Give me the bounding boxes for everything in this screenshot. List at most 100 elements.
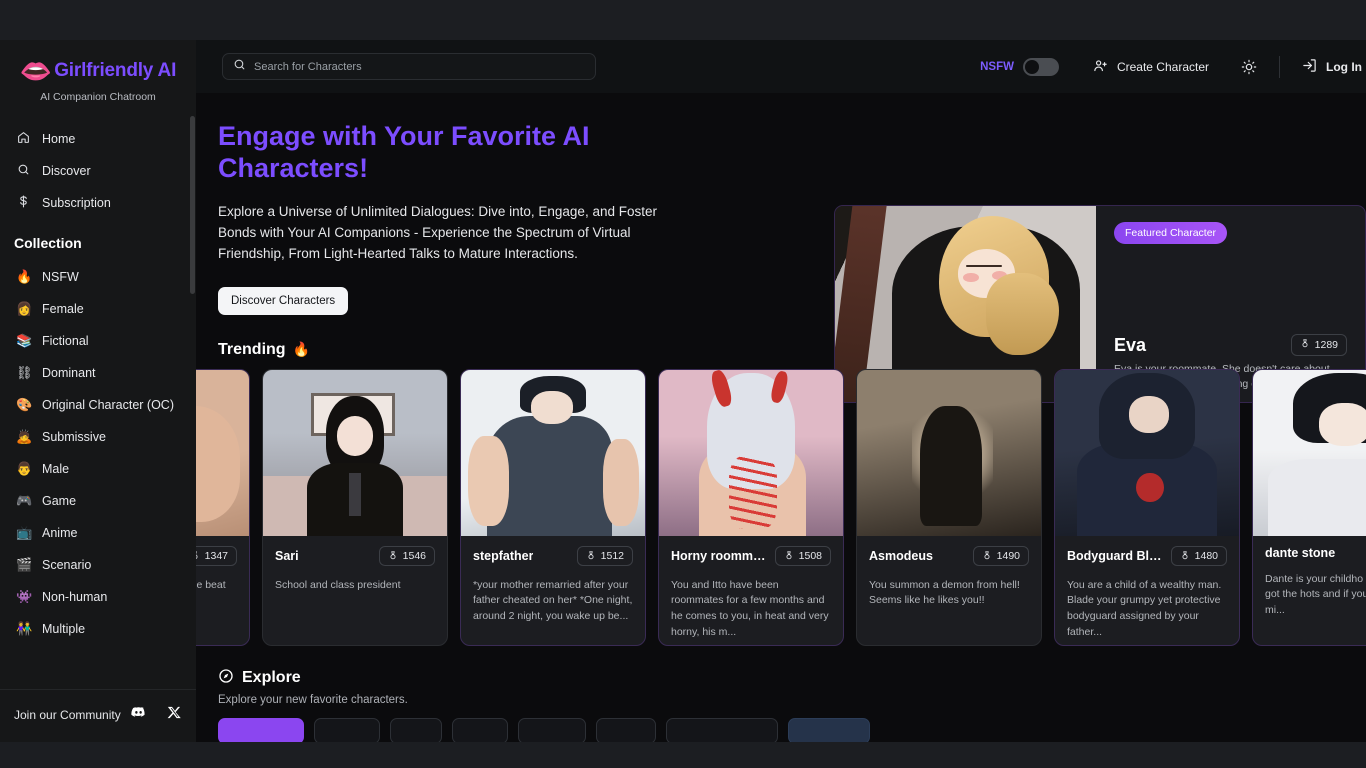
character-description: You and Itto have been roommates for a f… <box>671 578 829 638</box>
character-image <box>1253 369 1366 536</box>
sidebar-item-scenario[interactable]: 🎬 Scenario <box>0 549 196 581</box>
sidebar-item-home[interactable]: Home <box>0 123 196 155</box>
books-icon: 📚 <box>16 333 33 348</box>
featured-character-name: Eva <box>1114 334 1147 355</box>
filter-chip[interactable] <box>518 717 586 742</box>
character-description: You are a child of a wealthy man. Blade … <box>1067 578 1222 638</box>
search-icon <box>16 163 31 179</box>
sidebar: 👄 Girlfriendly AI AI Companion Chatroom … <box>0 40 196 742</box>
flame-icon: 🔥 <box>16 269 33 284</box>
filter-chip[interactable] <box>390 717 442 742</box>
medal-icon <box>588 551 594 560</box>
character-count: 1508 <box>774 545 831 566</box>
sidebar-item-label: Subscription <box>42 196 111 210</box>
sidebar-item-dominant[interactable]: ⛓ Dominant <box>0 357 196 389</box>
page-viewport: 👄 Girlfriendly AI AI Companion Chatroom … <box>0 40 1366 742</box>
sidebar-item-label: Dominant <box>42 366 96 380</box>
login-icon <box>1302 58 1317 76</box>
login-label: Log In <box>1326 59 1362 74</box>
sidebar-item-non-human[interactable]: 👾 Non-human <box>0 581 196 613</box>
lips-icon: 👄 <box>19 56 53 86</box>
character-image <box>659 369 843 536</box>
character-card[interactable]: Asmodeus 1490 You summon a demon from he… <box>856 368 1042 646</box>
character-name: stepfather <box>473 548 534 563</box>
filter-chip[interactable] <box>666 717 778 742</box>
character-count: 1512 <box>576 545 633 566</box>
topbar-divider <box>1279 55 1280 78</box>
create-character-button[interactable]: Create Character <box>1093 58 1209 76</box>
content-scroll: Engage with Your Favorite AI Characters!… <box>196 93 1366 742</box>
sidebar-item-label: Scenario <box>42 558 92 572</box>
character-description: Dante is your childho He's also got the … <box>1265 572 1366 617</box>
nsfw-label: NSFW <box>980 60 1014 73</box>
sidebar-item-label: Original Character (OC) <box>42 398 174 412</box>
sidebar-item-original-character[interactable]: 🎨 Original Character (OC) <box>0 389 196 421</box>
create-character-label: Create Character <box>1116 59 1209 74</box>
palette-icon: 🎨 <box>16 397 33 412</box>
character-count-value: 1512 <box>600 549 624 562</box>
nsfw-toggle-group[interactable]: NSFW <box>980 57 1059 76</box>
sidebar-item-anime[interactable]: 📺 Anime <box>0 517 196 549</box>
character-count-value: 1546 <box>402 549 426 562</box>
sidebar-item-game[interactable]: 🎮 Game <box>0 485 196 517</box>
discover-characters-button[interactable]: Discover Characters <box>218 286 349 315</box>
x-icon[interactable] <box>167 705 182 725</box>
character-name: Bodyguard Blade <box>1067 548 1165 563</box>
brand-logo[interactable]: 👄 Girlfriendly AI AI Companion Chatroom <box>0 40 196 109</box>
man-icon: 👨 <box>16 461 33 476</box>
explore-filter-chips[interactable] <box>218 717 1366 742</box>
bowing-icon: 🙇 <box>16 429 33 444</box>
topbar: NSFW Create Character <box>196 40 1366 93</box>
sidebar-item-submissive[interactable]: 🙇 Submissive <box>0 421 196 453</box>
page-title: Engage with Your Favorite AI Characters! <box>218 121 590 183</box>
character-card[interactable]: Horny roommate... 1508 You and Itto have… <box>658 368 844 646</box>
filter-chip[interactable] <box>452 717 508 742</box>
sidebar-item-female[interactable]: 👩 Female <box>0 293 196 325</box>
explore-title: Explore <box>242 669 301 687</box>
medal-icon <box>984 551 990 560</box>
explore-header: Explore <box>218 668 1366 689</box>
sun-icon[interactable] <box>1241 59 1257 75</box>
sidebar-item-label: Male <box>42 462 70 476</box>
character-count-value: 1347 <box>204 549 228 562</box>
trending-carousel[interactable]: 1347 scular fighter girl bully. She beat… <box>196 368 1366 646</box>
sidebar-item-fictional[interactable]: 📚 Fictional <box>0 325 196 357</box>
character-card[interactable]: Bodyguard Blade 1480 You are a child of … <box>1054 368 1240 646</box>
filter-chip[interactable] <box>218 717 304 742</box>
filter-chip[interactable] <box>596 717 656 742</box>
character-description: scular fighter girl bully. She beat e, a… <box>196 578 226 591</box>
login-button[interactable]: Log In <box>1302 58 1366 76</box>
sidebar-item-discover[interactable]: Discover <box>0 155 196 187</box>
sidebar-item-label: Fictional <box>42 334 89 348</box>
brand-tagline: AI Companion Chatroom <box>40 91 156 103</box>
tv-icon: 📺 <box>16 525 33 540</box>
sidebar-item-label: Non-human <box>42 590 108 604</box>
character-name: Asmodeus <box>869 548 933 563</box>
search-bar[interactable] <box>222 53 596 80</box>
character-count: 1480 <box>1170 545 1227 566</box>
sidebar-item-nsfw[interactable]: 🔥 NSFW <box>0 261 196 293</box>
sidebar-item-multiple[interactable]: 👫 Multiple <box>0 613 196 645</box>
character-count: 1546 <box>378 545 435 566</box>
sidebar-item-label: Multiple <box>42 622 86 636</box>
discord-icon[interactable] <box>130 704 147 726</box>
search-input[interactable] <box>254 60 585 73</box>
filter-chip[interactable] <box>788 717 870 742</box>
sidebar-item-male[interactable]: 👨 Male <box>0 453 196 485</box>
character-card[interactable]: stepfather 1512 *your mother remarried a… <box>460 368 646 646</box>
medal-icon <box>390 551 396 560</box>
browser-chrome-bottom <box>0 742 1366 768</box>
medal-icon <box>786 551 792 560</box>
sidebar-item-label: Submissive <box>42 430 106 444</box>
sidebar-item-subscription[interactable]: Subscription <box>0 187 196 219</box>
nsfw-toggle[interactable] <box>1022 57 1059 76</box>
character-card[interactable]: 1347 scular fighter girl bully. She beat… <box>196 368 250 646</box>
sidebar-item-label: Game <box>42 494 77 508</box>
character-card[interactable]: Sari 1546 School and class president <box>262 368 448 646</box>
flame-icon: 🔥 <box>292 341 310 358</box>
filter-chip[interactable] <box>314 717 380 742</box>
medal-icon <box>1300 338 1310 352</box>
character-count-value: 1490 <box>996 549 1020 562</box>
character-card[interactable]: dante stone Dante is your childho He's a… <box>1252 368 1366 646</box>
sidebar-scrollbar-thumb[interactable] <box>190 116 195 294</box>
